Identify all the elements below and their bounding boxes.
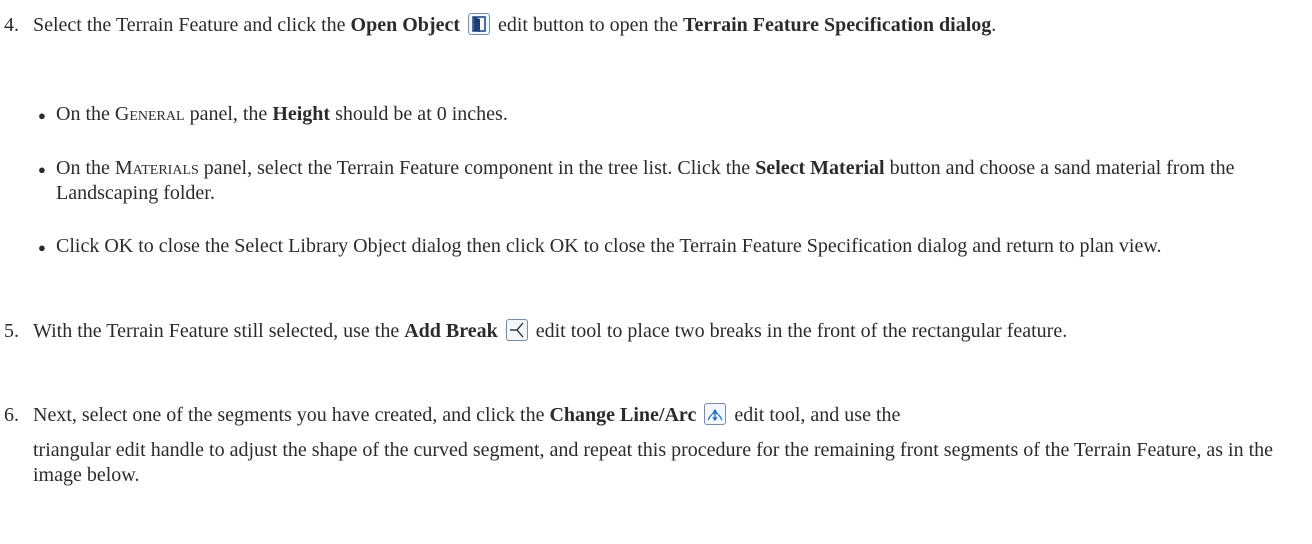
step-number: 5.: [4, 320, 19, 342]
bullet-dot: ●: [38, 162, 46, 177]
change-line-arc-icon[interactable]: [704, 403, 727, 425]
change-line-arc-label: Change Line/Arc: [549, 404, 697, 426]
terrain-feature-spec-label: Terrain Feature Specification dialog: [682, 14, 992, 36]
step-text-continued: triangular edit handle to adjust the sha…: [33, 439, 1274, 486]
add-break-icon[interactable]: [505, 319, 528, 341]
document: 4. Select the Terrain Feature and click …: [0, 0, 1312, 544]
bullet-dot: ●: [38, 108, 46, 123]
step-number: 6.: [4, 404, 19, 426]
bullet-text: On the General panel, the Height should …: [56, 103, 508, 125]
bullet-text: On the Materials panel, select the Terra…: [56, 157, 1235, 204]
bullet-text: Click OK to close the Select Library Obj…: [56, 235, 1162, 257]
open-object-label: Open Object: [350, 14, 460, 36]
bullet-dot: ●: [38, 240, 46, 255]
step-text: Select the Terrain Feature and click the…: [33, 13, 997, 36]
step-text: With the Terrain Feature still selected,…: [33, 319, 1068, 342]
step-text: Next, select one of the segments you hav…: [33, 403, 901, 426]
step-number: 4.: [4, 14, 19, 36]
open-object-icon[interactable]: [467, 13, 490, 35]
add-break-label: Add Break: [404, 320, 498, 342]
